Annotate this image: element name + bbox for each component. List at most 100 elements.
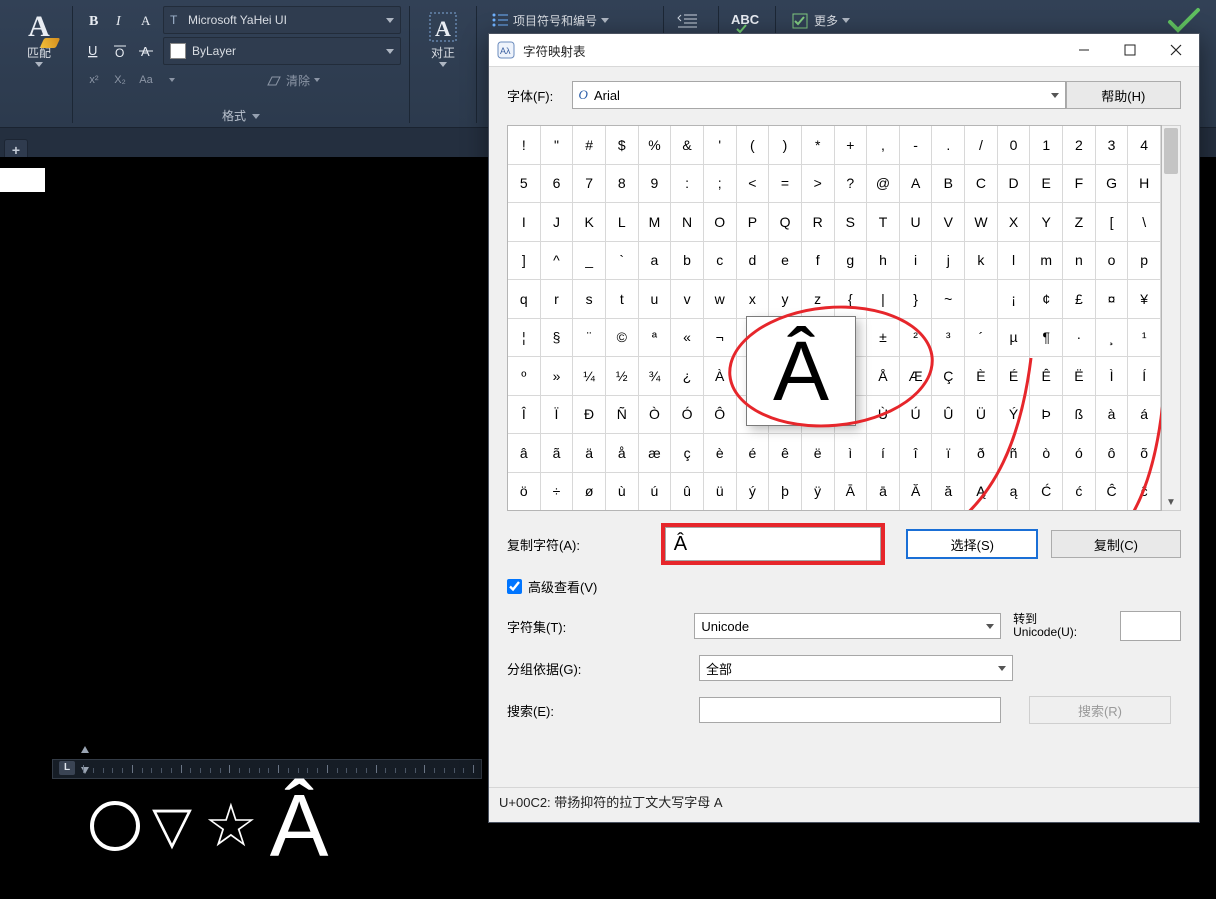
more-button[interactable]: 更多 (784, 8, 858, 33)
char-cell[interactable]: Í (1128, 357, 1161, 396)
char-cell[interactable]: ! (508, 126, 541, 165)
char-cell[interactable]: é (737, 434, 770, 473)
char-cell[interactable]: U (900, 203, 933, 242)
char-cell[interactable]: 9 (639, 165, 672, 204)
char-cell[interactable]: ¢ (1030, 280, 1063, 319)
underline-button[interactable]: U (83, 40, 105, 62)
char-cell[interactable]: ø (573, 473, 606, 512)
char-cell[interactable]: u (639, 280, 672, 319)
char-cell[interactable]: \ (1128, 203, 1161, 242)
char-cell[interactable]: r (541, 280, 574, 319)
char-cell[interactable]: x (737, 280, 770, 319)
char-cell[interactable]: Q (769, 203, 802, 242)
char-cell[interactable]: ë (802, 434, 835, 473)
advanced-view-checkbox[interactable]: 高级查看(V) (507, 577, 1181, 596)
minimize-button[interactable] (1061, 34, 1107, 66)
char-cell[interactable]: ö (508, 473, 541, 512)
char-cell[interactable]: p (1128, 242, 1161, 281)
char-cell[interactable]: q (508, 280, 541, 319)
char-cell[interactable]: B (932, 165, 965, 204)
char-cell[interactable] (965, 280, 998, 319)
char-cell[interactable]: ( (737, 126, 770, 165)
grid-scrollbar[interactable]: ▲ ▼ (1162, 125, 1181, 511)
char-cell[interactable]: @ (867, 165, 900, 204)
char-cell[interactable]: ĉ (1128, 473, 1161, 512)
overline-button[interactable]: O (109, 40, 131, 62)
char-cell[interactable]: ā (867, 473, 900, 512)
char-cell[interactable]: í (867, 434, 900, 473)
char-cell[interactable]: O (704, 203, 737, 242)
char-cell[interactable]: % (639, 126, 672, 165)
select-button[interactable]: 选择(S) (906, 529, 1038, 559)
char-cell[interactable]: þ (769, 473, 802, 512)
char-cell[interactable]: # (573, 126, 606, 165)
char-cell[interactable]: V (932, 203, 965, 242)
char-cell[interactable]: P (737, 203, 770, 242)
char-cell[interactable]: Æ (900, 357, 933, 396)
char-cell[interactable]: ³ (932, 319, 965, 358)
char-cell[interactable]: f (802, 242, 835, 281)
align-button[interactable]: A 对正 (418, 4, 468, 88)
char-cell[interactable]: W (965, 203, 998, 242)
font-combo[interactable]: O Arial (572, 81, 1066, 109)
char-cell[interactable]: º (508, 357, 541, 396)
char-cell[interactable]: l (998, 242, 1031, 281)
char-cell[interactable]: ò (1030, 434, 1063, 473)
char-cell[interactable]: ú (639, 473, 672, 512)
char-cell[interactable]: X (998, 203, 1031, 242)
copy-button[interactable]: 复制(C) (1051, 530, 1181, 558)
char-cell[interactable]: · (1063, 319, 1096, 358)
charset-combo[interactable]: Unicode (694, 613, 1001, 639)
char-cell[interactable]: > (802, 165, 835, 204)
char-cell[interactable]: $ (606, 126, 639, 165)
char-cell[interactable]: D (998, 165, 1031, 204)
char-cell[interactable]: | (867, 280, 900, 319)
char-cell[interactable]: S (835, 203, 868, 242)
char-cell[interactable]: Î (508, 396, 541, 435)
char-cell[interactable]: à (1096, 396, 1129, 435)
char-cell[interactable]: ` (606, 242, 639, 281)
char-cell[interactable]: ¨ (573, 319, 606, 358)
char-cell[interactable]: ] (508, 242, 541, 281)
layer-dropdown[interactable]: ByLayer (163, 37, 401, 65)
char-cell[interactable]: ¡ (998, 280, 1031, 319)
char-cell[interactable]: Å (867, 357, 900, 396)
char-cell[interactable]: < (737, 165, 770, 204)
char-cell[interactable]: ü (704, 473, 737, 512)
spellcheck-button[interactable]: ABC (729, 7, 765, 35)
case-button[interactable]: Aa (135, 69, 157, 91)
char-cell[interactable]: ô (1096, 434, 1129, 473)
char-cell[interactable]: ¤ (1096, 280, 1129, 319)
case-dd[interactable] (161, 69, 183, 91)
char-cell[interactable]: Ç (932, 357, 965, 396)
bold-button[interactable]: B (83, 9, 105, 31)
char-cell[interactable]: ¥ (1128, 280, 1161, 319)
strike-button[interactable]: A (135, 40, 157, 62)
char-cell[interactable]: Ë (1063, 357, 1096, 396)
indent-less-button[interactable] (674, 7, 702, 35)
char-cell[interactable]: j (932, 242, 965, 281)
char-cell[interactable]: ¹ (1128, 319, 1161, 358)
char-cell[interactable]: ß (1063, 396, 1096, 435)
scroll-down[interactable]: ▼ (1162, 494, 1180, 510)
char-cell[interactable]: y (769, 280, 802, 319)
char-cell[interactable]: a (639, 242, 672, 281)
char-cell[interactable]: } (900, 280, 933, 319)
char-cell[interactable]: ± (867, 319, 900, 358)
char-cell[interactable]: ð (965, 434, 998, 473)
char-cell[interactable]: R (802, 203, 835, 242)
char-cell[interactable]: ã (541, 434, 574, 473)
char-cell[interactable]: ó (1063, 434, 1096, 473)
char-cell[interactable]: c (704, 242, 737, 281)
char-cell[interactable]: ê (769, 434, 802, 473)
char-cell[interactable]: Z (1063, 203, 1096, 242)
char-cell[interactable]: î (900, 434, 933, 473)
char-cell[interactable]: ' (704, 126, 737, 165)
char-cell[interactable]: ù (606, 473, 639, 512)
char-cell[interactable]: ¾ (639, 357, 672, 396)
char-cell[interactable]: 3 (1096, 126, 1129, 165)
char-cell[interactable]: É (998, 357, 1031, 396)
char-cell[interactable]: Ý (998, 396, 1031, 435)
char-cell[interactable]: Þ (1030, 396, 1063, 435)
char-cell[interactable]: Y (1030, 203, 1063, 242)
